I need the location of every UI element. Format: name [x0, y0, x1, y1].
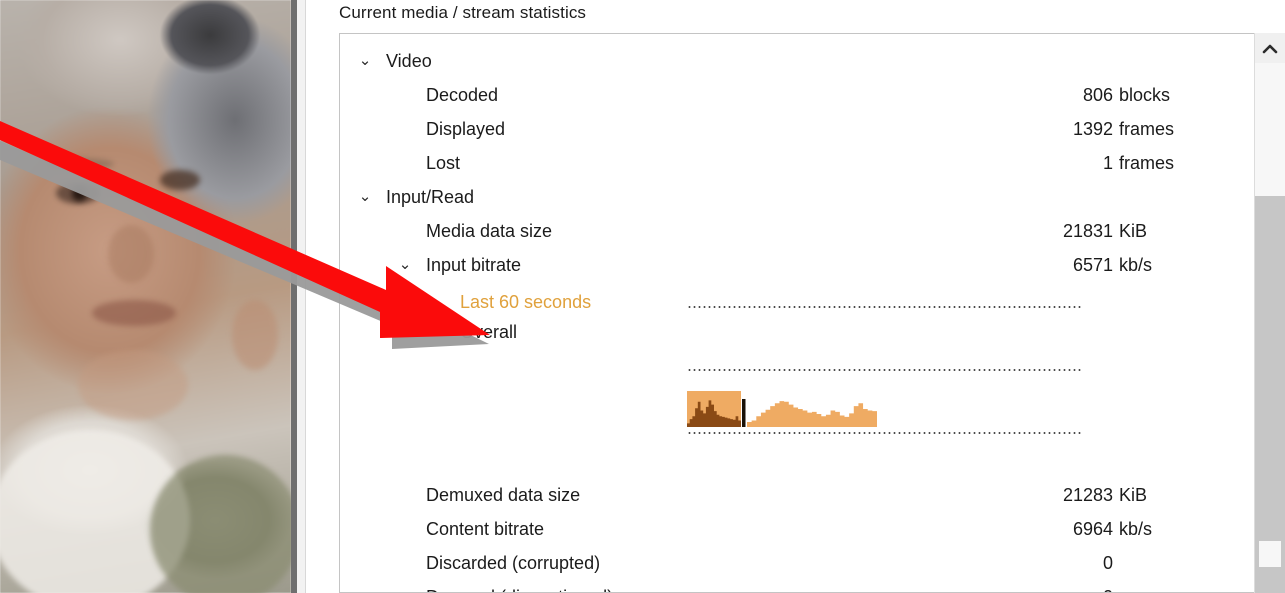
table-row[interactable]: Displayed 1392 frames — [340, 112, 1245, 146]
chevron-up-icon — [1262, 44, 1278, 53]
scroll-up-arrow-button[interactable] — [1255, 33, 1285, 63]
statistics-rows-bottom: Demuxed data size 21283 KiB Content bitrate… — [340, 478, 1245, 592]
row-value: 6571 — [1072, 255, 1113, 275]
row-label: Input bitrate — [426, 255, 522, 275]
row-value: 1 — [1102, 153, 1113, 173]
scrollbar-thumb[interactable] — [1255, 196, 1285, 593]
row-label: Demuxed data size — [426, 485, 581, 505]
row-unit: frames — [1119, 153, 1175, 173]
input-bitrate-graph-block: Last 60 seconds Overall — [340, 288, 1285, 478]
row-label: Video — [386, 51, 432, 71]
table-row[interactable]: Dropped (discontinued) 0 — [340, 580, 1245, 592]
video-feature — [92, 300, 176, 326]
table-row[interactable]: Demuxed data size 21283 KiB — [340, 478, 1245, 512]
table-row[interactable]: Content bitrate 6964 kb/s — [340, 512, 1245, 546]
graph-gridline — [687, 369, 1083, 371]
row-label: Discarded (corrupted) — [426, 553, 601, 573]
row-label: Displayed — [426, 119, 506, 139]
legend-last-60-seconds: Last 60 seconds — [460, 292, 592, 312]
row-unit: kb/s — [1119, 255, 1153, 275]
row-label: Decoded — [426, 85, 499, 105]
graph-series-overall — [747, 401, 877, 427]
input-bitrate-sparkline — [687, 391, 877, 427]
chevron-down-icon[interactable]: ⌄ — [394, 248, 416, 282]
video-feature — [108, 225, 154, 283]
row-value: 6964 — [1072, 519, 1113, 539]
video-feature — [44, 158, 114, 170]
video-frame-preview — [0, 0, 291, 593]
table-row[interactable]: Media data size 21831 KiB — [340, 214, 1245, 248]
table-row[interactable]: ⌄ Video — [340, 44, 1245, 78]
row-value: 806 — [1082, 85, 1113, 105]
table-row[interactable]: ⌄ Input/Read — [340, 180, 1245, 214]
graph-gridline — [687, 306, 1083, 308]
chevron-down-icon[interactable]: ⌄ — [354, 44, 376, 78]
video-feature — [78, 350, 188, 420]
video-feature — [72, 186, 87, 201]
row-label: Dropped (discontinued) — [426, 580, 613, 592]
chevron-down-icon[interactable]: ⌄ — [354, 180, 376, 214]
row-unit: frames — [1119, 119, 1175, 139]
scrollbar-thumb-highlight — [1259, 541, 1281, 567]
scrollbar-track-upper[interactable] — [1255, 63, 1285, 196]
table-row[interactable]: ⌄ Input bitrate 6571 kb/s — [340, 248, 1245, 282]
graph-gridline — [687, 432, 1083, 434]
row-unit: kb/s — [1119, 519, 1153, 539]
table-row[interactable]: Decoded 806 blocks — [340, 78, 1245, 112]
statistics-rows-top: ⌄ Video Decoded 806 blocks Displayed 1392 frame… — [340, 44, 1245, 282]
graph-divider — [742, 399, 746, 427]
row-label: Input/Read — [386, 187, 475, 207]
video-feature — [160, 170, 200, 190]
table-row[interactable]: Discarded (corrupted) 0 — [340, 546, 1245, 580]
row-value: 21831 — [1062, 221, 1113, 241]
row-value: 0 — [1103, 580, 1113, 592]
row-unit: KiB — [1119, 485, 1148, 505]
vertical-scrollbar[interactable] — [1254, 33, 1285, 593]
page-title: Current media / stream statistics — [339, 3, 587, 22]
legend-overall: Overall — [460, 322, 518, 342]
row-unit: KiB — [1119, 221, 1148, 241]
statistics-tree[interactable]: ⌄ Video Decoded 806 blocks Displayed 1392 frame… — [339, 33, 1285, 593]
row-value: 1392 — [1072, 119, 1113, 139]
screenshot-root: Current media / stream statistics ⌄ Video… — [0, 0, 1285, 593]
row-value: 0 — [1102, 553, 1113, 573]
row-unit: blocks — [1119, 85, 1171, 105]
window-edge-light — [297, 0, 306, 593]
row-label: Lost — [426, 153, 461, 173]
row-value: 21283 — [1062, 485, 1113, 505]
table-row[interactable]: Lost 1 frames — [340, 146, 1245, 180]
row-label: Content bitrate — [426, 519, 545, 539]
row-label: Media data size — [426, 221, 553, 241]
video-feature — [232, 300, 278, 370]
